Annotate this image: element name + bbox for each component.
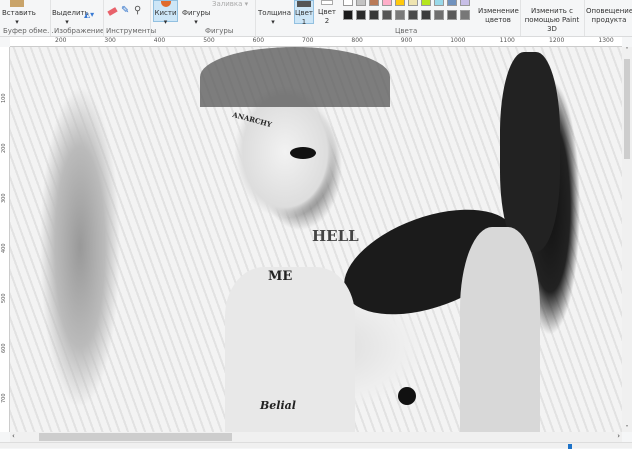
color2-swatch [321, 0, 333, 5]
product-alert-button[interactable]: Оповещение продукта [586, 7, 632, 25]
color1-swatch [297, 1, 311, 7]
artwork-lips [290, 147, 316, 159]
ruler-label: 700 [1, 393, 7, 403]
palette-color-swatch[interactable] [408, 10, 418, 20]
color2-button[interactable]: Цвет 2 [317, 0, 337, 25]
group-shapes: Фигуры [205, 27, 234, 35]
palette-color-swatch[interactable] [460, 0, 470, 6]
ruler-label: 400 [1, 243, 7, 253]
ruler-label: 500 [1, 293, 7, 303]
rotate-icon[interactable]: ◭▾ [84, 10, 94, 19]
ruler-label: 900 [400, 37, 413, 44]
scroll-right-icon[interactable]: › [617, 432, 620, 440]
palette-color-swatch[interactable] [408, 0, 418, 6]
palette-color-swatch[interactable] [356, 0, 366, 6]
edit-colors-button[interactable]: Изменение цветов [478, 7, 519, 25]
shapes-button[interactable]: Фигуры ▾ [182, 9, 210, 27]
ruler-label: 800 [351, 37, 363, 44]
palette-color-swatch[interactable] [395, 10, 405, 20]
scroll-left-icon[interactable]: ‹ [12, 432, 15, 440]
palette-color-swatch[interactable] [447, 0, 457, 6]
palette-color-swatch[interactable] [382, 10, 392, 20]
group-clipboard: Буфер обме... [3, 27, 54, 35]
vertical-scrollbar[interactable]: ˄ ˅ [622, 47, 632, 432]
artwork-text-belial: Belial [260, 399, 296, 412]
palette-color-swatch[interactable] [369, 10, 379, 20]
brushes-button[interactable]: Кисти ▾ [153, 0, 178, 26]
brush-icon [160, 1, 171, 7]
artwork-hair [200, 47, 390, 107]
scroll-up-icon[interactable]: ˄ [622, 47, 632, 54]
artwork-spider [398, 387, 416, 405]
palette-color-swatch[interactable] [434, 0, 444, 6]
palette-color-swatch[interactable] [343, 10, 353, 20]
scroll-down-icon[interactable]: ˅ [622, 425, 632, 432]
thickness-button[interactable]: Толщина ▾ [258, 9, 291, 27]
palette-color-swatch[interactable] [460, 10, 470, 20]
magnifier-icon[interactable]: ⚲ [134, 5, 141, 16]
palette-color-swatch[interactable] [343, 0, 353, 6]
ruler-label: 300 [104, 37, 116, 44]
paint3d-button[interactable]: Изменить с помощью Paint 3D [522, 7, 582, 34]
fill-button[interactable]: Заливка ▾ [212, 0, 248, 9]
artwork-arm [460, 227, 540, 432]
palette-color-swatch[interactable] [356, 10, 366, 20]
ruler-label: 1300 [598, 37, 614, 44]
eraser-icon[interactable] [107, 7, 118, 16]
palette-color-swatch[interactable] [395, 0, 405, 6]
ruler-label: 1000 [450, 37, 466, 44]
palette-color-swatch[interactable] [447, 10, 457, 20]
vertical-scroll-thumb[interactable] [624, 59, 630, 159]
ruler-label: 300 [1, 193, 7, 203]
palette-color-swatch[interactable] [369, 0, 379, 6]
paste-button[interactable]: Вставить ▾ [2, 0, 36, 26]
ruler-vertical: 100 200 300 400 500 600 700 [0, 47, 10, 432]
color1-button[interactable]: Цвет 1 [294, 0, 314, 26]
ribbon: Вставить ▾ Буфер обме... Выделить ▾ ◭▾ Изо… [0, 0, 632, 37]
ruler-label: 700 [302, 37, 314, 44]
horizontal-scrollbar[interactable]: ‹ › [10, 432, 622, 442]
group-tools: Инструменты [106, 27, 157, 35]
palette-color-swatch[interactable] [421, 0, 431, 6]
artwork-text-me: ME [268, 269, 293, 284]
ruler-horizontal: 200 300 400 500 600 700 800 900 1000 1100 1200 1300 [10, 37, 622, 47]
ruler-label: 500 [203, 37, 215, 44]
select-button[interactable]: Выделить ▾ [52, 9, 89, 27]
palette-color-swatch[interactable] [434, 10, 444, 20]
ruler-label: 1100 [499, 37, 515, 44]
ruler-label: 200 [55, 37, 67, 44]
ruler-label: 600 [252, 37, 265, 44]
group-colors: Цвета [395, 27, 418, 35]
ruler-label: 600 [1, 343, 7, 353]
color-picker-icon[interactable]: ✎ [121, 5, 129, 16]
artwork-text-hell: HELL [312, 227, 359, 245]
ruler-label: 100 [1, 93, 7, 103]
ruler-label: 200 [1, 143, 7, 153]
zoom-slider-thumb[interactable] [568, 444, 572, 449]
artwork-tail [500, 52, 560, 252]
status-bar [0, 442, 632, 449]
group-image: Изображение [54, 27, 105, 35]
ruler-label: 1200 [549, 37, 565, 44]
palette-color-swatch[interactable] [382, 0, 392, 6]
horizontal-scroll-thumb[interactable] [39, 433, 232, 441]
drawing-canvas[interactable]: ANARCHY HELL ME Belial [10, 47, 622, 432]
paste-icon [10, 0, 24, 7]
ruler-label: 400 [153, 37, 166, 44]
palette-color-swatch[interactable] [421, 10, 431, 20]
